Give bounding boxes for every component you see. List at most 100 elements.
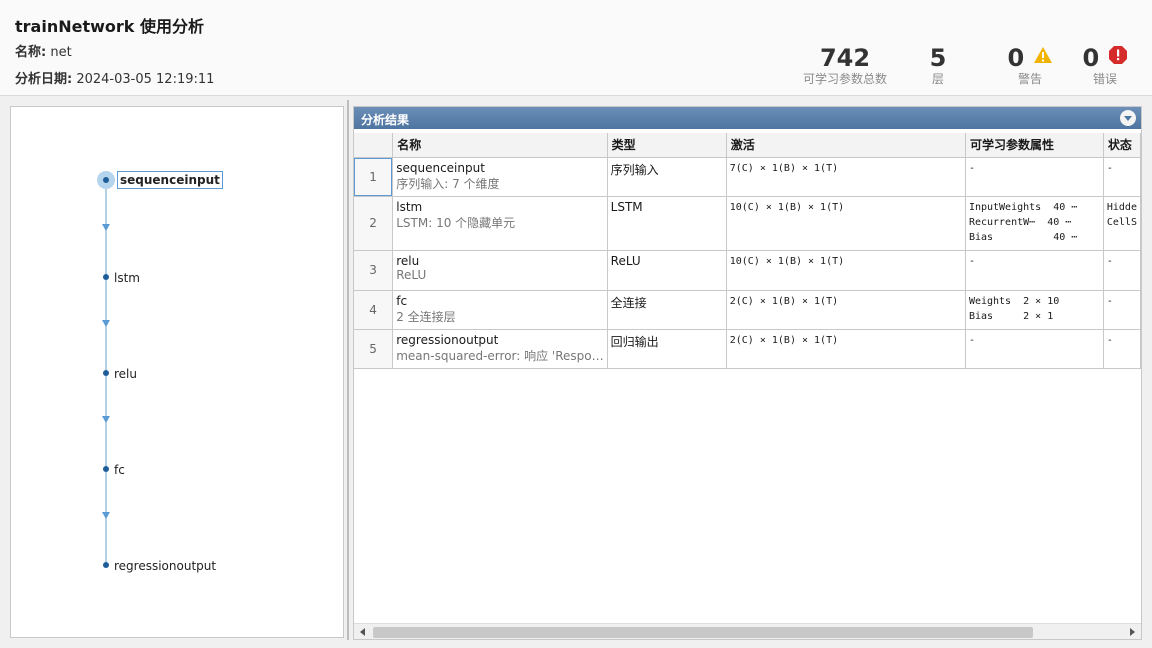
layer-name-cell: fc 2 全连接层	[392, 290, 608, 330]
node-label-sequenceinput[interactable]: sequenceinput	[117, 171, 223, 189]
layers-stat: 5 层	[918, 44, 958, 86]
state-line: -	[1106, 255, 1113, 267]
layer-learnables: -	[965, 157, 1104, 197]
layers-count: 5	[929, 44, 947, 72]
layer-activation: 2(C) × 1(B) × 1(T)	[726, 290, 966, 330]
layer-description: 2 全连接层	[396, 309, 456, 324]
errors-count: 0	[1082, 44, 1100, 72]
date-value: 2024-03-05 12:19:11	[76, 72, 215, 87]
learnable-line: Bias 2 × 1	[968, 310, 1054, 322]
edge-arrow	[102, 512, 110, 519]
layer-activation: 10(C) × 1(B) × 1(T)	[726, 196, 966, 251]
layer-name-cell: sequenceinput 序列输入: 7 个维度	[392, 157, 608, 197]
warnings-count: 0	[1007, 44, 1025, 72]
node-label-fc[interactable]: fc	[114, 463, 125, 477]
layer-type: ReLU	[607, 250, 727, 291]
table-header-row: 名称 类型 激活 可学习参数属性 状态	[354, 133, 1142, 158]
edge-arrow	[102, 224, 110, 231]
scroll-left-icon[interactable]	[360, 628, 365, 636]
learnable-line: -	[968, 162, 975, 174]
results-title: 分析结果	[361, 113, 410, 127]
warning-icon	[1033, 47, 1052, 63]
learnables-stat: 742 可学习参数总数	[800, 44, 890, 86]
col-name[interactable]: 名称	[392, 133, 608, 158]
graph-node[interactable]	[103, 274, 109, 280]
state-line: -	[1106, 334, 1113, 346]
analysis-results-panel: 分析结果 名称 类型 激活 可学习参数属性 状态 1 sequenceinput…	[353, 106, 1142, 640]
date-row: 分析日期: 2024-03-05 12:19:11	[15, 68, 214, 87]
node-label-regressionoutput[interactable]: regressionoutput	[114, 559, 216, 573]
horizontal-scrollbar[interactable]	[354, 623, 1141, 639]
edge-arrow	[102, 416, 110, 423]
state-line: -	[1106, 295, 1113, 307]
results-table: 名称 类型 激活 可学习参数属性 状态 1 sequenceinput 序列输入:…	[354, 133, 1142, 369]
layer-activation: 7(C) × 1(B) × 1(T)	[726, 157, 966, 197]
layer-name-cell: regressionoutput mean-squared-error: 响应 '…	[392, 329, 608, 369]
layer-learnables: Weights 2 × 10 Bias 2 × 1	[965, 290, 1104, 330]
node-label-relu[interactable]: relu	[114, 367, 137, 381]
layer-type: LSTM	[607, 196, 727, 251]
warnings-label: 警告	[1017, 72, 1042, 86]
row-index: 5	[354, 329, 394, 369]
row-index: 2	[354, 196, 394, 251]
warnings-stat[interactable]: 0 警告	[1004, 44, 1056, 86]
layers-label: 层	[931, 72, 944, 86]
layer-name-cell: relu ReLU	[392, 250, 608, 291]
layer-description: LSTM: 10 个隐藏单元	[396, 215, 516, 230]
layer-description: ReLU	[396, 267, 427, 282]
errors-label: 错误	[1092, 72, 1117, 86]
state-line: Hidde	[1106, 201, 1137, 213]
results-header: 分析结果	[354, 107, 1141, 129]
table-row[interactable]: 5 regressionoutput mean-squared-error: 响应…	[354, 329, 1142, 369]
row-index: 3	[354, 250, 394, 291]
errors-stat[interactable]: 0 错误	[1082, 44, 1128, 86]
layer-learnables: -	[965, 250, 1104, 291]
layer-description: 序列输入: 7 个维度	[396, 176, 500, 191]
scroll-right-icon[interactable]	[1130, 628, 1135, 636]
layer-state: -	[1103, 157, 1142, 197]
layer-state: -	[1103, 329, 1142, 369]
col-type[interactable]: 类型	[607, 133, 727, 158]
layer-name: lstm	[396, 199, 423, 214]
collapse-icon[interactable]	[1120, 110, 1136, 126]
layer-name: relu	[396, 253, 420, 268]
learnable-line: RecurrentW⋯ 40 ⋯	[968, 216, 1072, 228]
layer-description: mean-squared-error: 响应 'Respo…	[396, 348, 604, 363]
col-learnables[interactable]: 可学习参数属性	[965, 133, 1104, 158]
layer-activation: 2(C) × 1(B) × 1(T)	[726, 329, 966, 369]
edge-arrow	[102, 320, 110, 327]
table-row[interactable]: 4 fc 2 全连接层 全连接 2(C) × 1(B) × 1(T) Weight…	[354, 290, 1142, 330]
learnable-line: Weights 2 × 10	[968, 295, 1060, 307]
state-line: -	[1106, 162, 1113, 174]
learnable-line: -	[968, 334, 975, 346]
learnable-line: InputWeights 40 ⋯	[968, 201, 1078, 213]
table-row[interactable]: 3 relu ReLU ReLU 10(C) × 1(B) × 1(T) - -	[354, 250, 1142, 291]
learnables-label: 可学习参数总数	[802, 72, 887, 86]
col-index[interactable]	[354, 133, 394, 158]
table-row[interactable]: 2 lstm LSTM: 10 个隐藏单元 LSTM 10(C) × 1(B) ×…	[354, 196, 1142, 251]
graph-node[interactable]	[103, 370, 109, 376]
scroll-thumb[interactable]	[373, 627, 1033, 638]
layer-type: 全连接	[607, 290, 727, 330]
layer-name: regressionoutput	[396, 332, 499, 347]
layer-name: sequenceinput	[396, 160, 485, 175]
col-activation[interactable]: 激活	[726, 133, 966, 158]
layer-state: Hidde CellS	[1103, 196, 1142, 251]
layer-name-cell: lstm LSTM: 10 个隐藏单元	[392, 196, 608, 251]
col-state[interactable]: 状态	[1103, 133, 1142, 158]
panel-splitter[interactable]	[347, 100, 349, 640]
name-value: net	[50, 45, 72, 60]
error-icon	[1108, 46, 1127, 64]
layer-type: 回归输出	[607, 329, 727, 369]
page-title: trainNetwork 使用分析	[15, 17, 204, 36]
node-label-lstm[interactable]: lstm	[114, 271, 140, 285]
graph-node[interactable]	[103, 466, 109, 472]
network-graph-panel[interactable]: sequenceinput lstm relu fc regressionout…	[10, 106, 344, 638]
layer-state: -	[1103, 290, 1142, 330]
name-row: 名称: net	[15, 41, 72, 60]
learnable-line: -	[968, 255, 975, 267]
row-index: 1	[354, 157, 394, 197]
graph-node[interactable]	[103, 562, 109, 568]
graph-node[interactable]	[103, 177, 109, 183]
table-row[interactable]: 1 sequenceinput 序列输入: 7 个维度 序列输入 7(C) × 1…	[354, 157, 1142, 197]
